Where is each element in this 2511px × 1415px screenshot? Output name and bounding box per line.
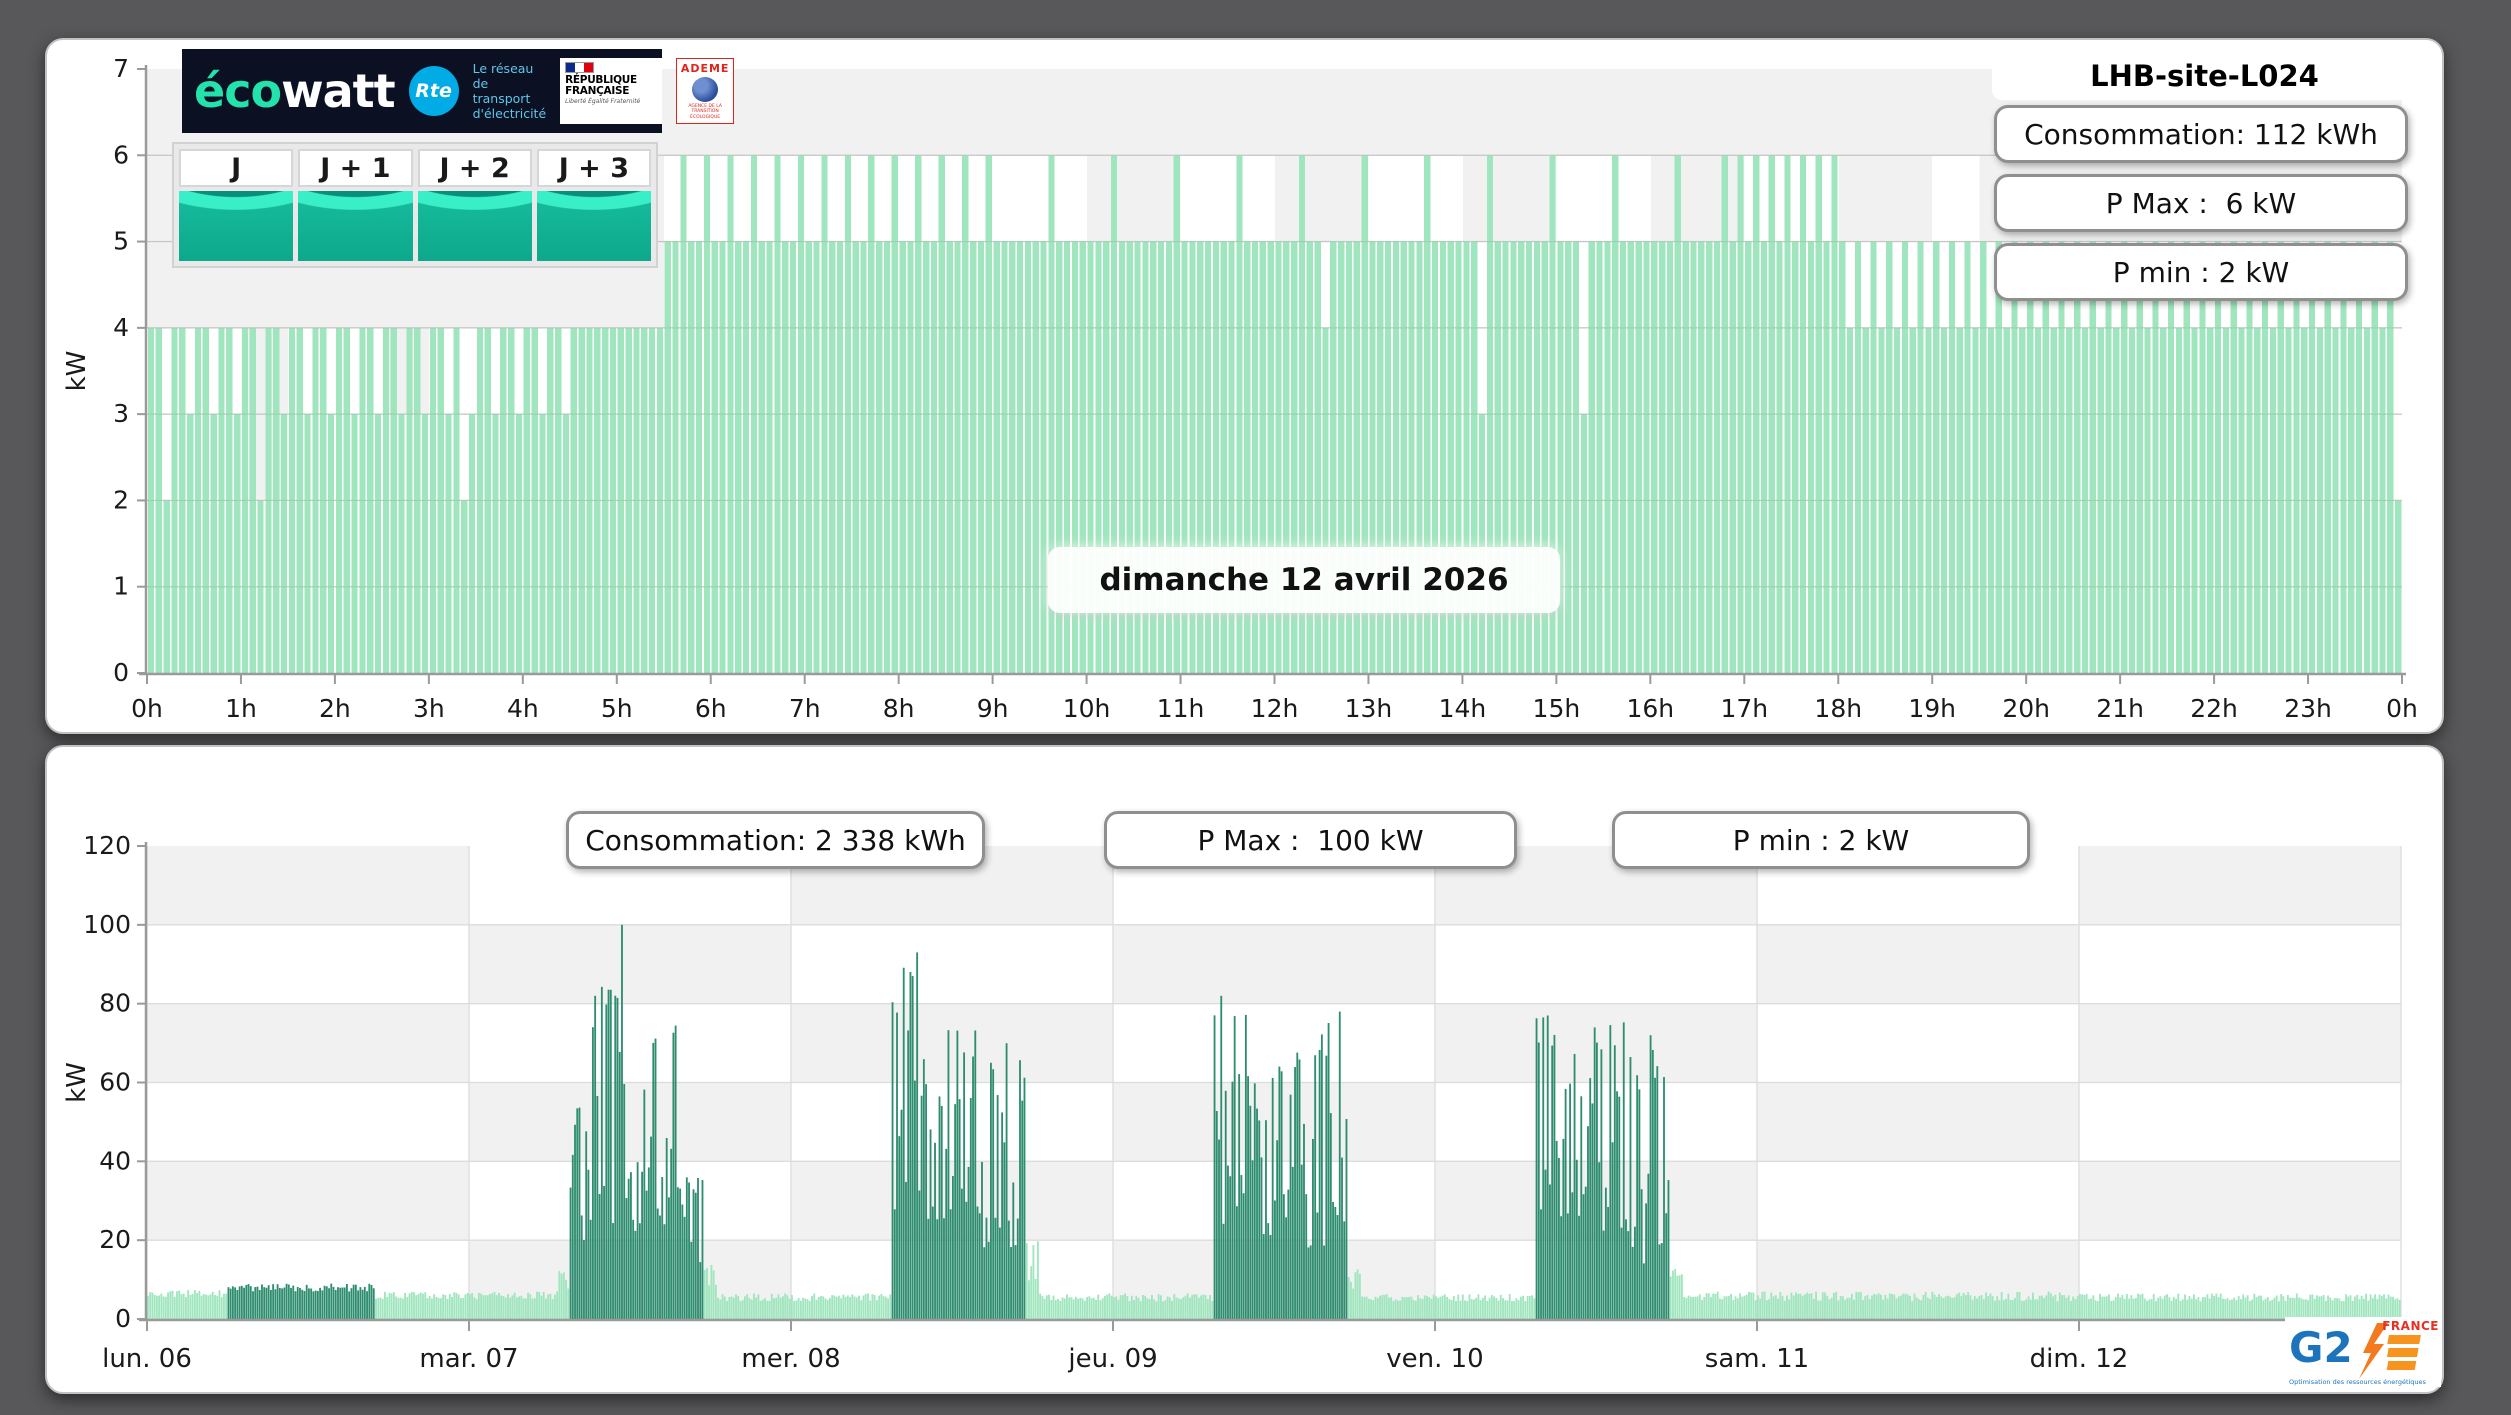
svg-text:20h: 20h bbox=[2002, 694, 2050, 723]
svg-text:6h: 6h bbox=[695, 694, 727, 723]
g2e-logo-text: G2 bbox=[2289, 1323, 2353, 1372]
svg-text:4: 4 bbox=[113, 313, 129, 342]
svg-text:15h: 15h bbox=[1533, 694, 1581, 723]
svg-text:0h: 0h bbox=[2386, 694, 2418, 723]
svg-text:mer. 08: mer. 08 bbox=[741, 1344, 840, 1374]
ecowatt-forecast-tile-j3-icon bbox=[536, 191, 651, 261]
ademe-subtitle: AGENCE DE LA TRANSITION ÉCOLOGIQUE bbox=[688, 103, 722, 120]
svg-text:16h: 16h bbox=[1627, 694, 1675, 723]
g2e-france-logo: G2 FRANCE Optimisation des ressources én… bbox=[2285, 1317, 2441, 1387]
button-day-j2[interactable]: J + 2 bbox=[417, 149, 532, 261]
svg-text:40: 40 bbox=[99, 1146, 131, 1175]
svg-text:sam. 11: sam. 11 bbox=[1705, 1344, 1809, 1374]
weekly-pmax-stat: P Max : 100 kW bbox=[1104, 811, 1517, 869]
date-label: dimanche 12 avril 2026 bbox=[1048, 547, 1560, 613]
ecowatt-logo-eco: éco bbox=[194, 64, 282, 118]
svg-text:11h: 11h bbox=[1157, 694, 1205, 723]
svg-text:13h: 13h bbox=[1345, 694, 1393, 723]
svg-text:1: 1 bbox=[113, 572, 129, 601]
daily-pmin-stat: P min : 2 kW bbox=[1994, 243, 2408, 301]
svg-text:80: 80 bbox=[99, 989, 131, 1018]
button-day-j1-label: J + 1 bbox=[298, 149, 413, 187]
svg-text:1h: 1h bbox=[225, 694, 257, 723]
svg-text:lun. 06: lun. 06 bbox=[102, 1344, 192, 1374]
svg-text:100: 100 bbox=[83, 910, 131, 939]
svg-text:mar. 07: mar. 07 bbox=[419, 1344, 518, 1374]
svg-text:17h: 17h bbox=[1720, 694, 1768, 723]
button-day-j[interactable]: J bbox=[179, 149, 294, 261]
svg-text:19h: 19h bbox=[1908, 694, 1956, 723]
weekly-pmin-stat: P min : 2 kW bbox=[1612, 811, 2030, 869]
svg-text:0: 0 bbox=[115, 1304, 131, 1333]
ecowatt-logo-banner: écowatt Rte Le réseau de transport d'éle… bbox=[182, 49, 735, 133]
g2e-tagline: Optimisation des ressources énergétiques bbox=[2289, 1378, 2426, 1386]
ecowatt-forecast-tile-j2-icon bbox=[417, 191, 532, 261]
daily-consumption-stat: Consommation: 112 kWh bbox=[1994, 105, 2408, 163]
french-flag-icon bbox=[565, 62, 595, 73]
svg-text:jeu. 09: jeu. 09 bbox=[1067, 1344, 1157, 1374]
button-day-j2-label: J + 2 bbox=[417, 149, 532, 187]
g2e-france-label: FRANCE bbox=[2382, 1319, 2439, 1333]
ecowatt-forecast-tile-j1-icon bbox=[298, 191, 413, 261]
svg-text:2h: 2h bbox=[319, 694, 351, 723]
republique-francaise-logo: RÉPUBLIQUE FRANÇAISE Liberté Égalité Frat… bbox=[560, 58, 663, 124]
svg-text:12h: 12h bbox=[1251, 694, 1299, 723]
svg-text:5h: 5h bbox=[601, 694, 633, 723]
svg-text:0: 0 bbox=[113, 658, 129, 687]
svg-text:5: 5 bbox=[113, 227, 129, 256]
button-day-j-label: J bbox=[179, 149, 294, 187]
svg-text:7h: 7h bbox=[789, 694, 821, 723]
rf-motto: Liberté Égalité Fraternité bbox=[565, 98, 641, 106]
svg-text:kW: kW bbox=[62, 351, 92, 392]
svg-text:ven. 10: ven. 10 bbox=[1386, 1344, 1483, 1374]
button-day-j1[interactable]: J + 1 bbox=[298, 149, 413, 261]
svg-text:23h: 23h bbox=[2284, 694, 2332, 723]
ecowatt-logo-watt: watt bbox=[281, 64, 396, 118]
svg-text:21h: 21h bbox=[2096, 694, 2144, 723]
ecowatt-forecast-tile-j-icon bbox=[179, 191, 294, 261]
dashboard: 0 1 2 3 4 5 6 7 0h 1h 2h 3h 4h 5h 6h 7h 8h 9h 10h 11h 12h 13h… bbox=[0, 0, 2511, 1415]
svg-text:dim. 12: dim. 12 bbox=[2030, 1344, 2129, 1374]
svg-text:kW: kW bbox=[62, 1062, 92, 1103]
svg-text:0h: 0h bbox=[131, 694, 163, 723]
svg-text:2: 2 bbox=[113, 485, 129, 514]
weekly-consumption-stat: Consommation: 2 338 kWh bbox=[566, 811, 985, 869]
svg-text:4h: 4h bbox=[507, 694, 539, 723]
svg-text:3h: 3h bbox=[413, 694, 445, 723]
forecast-day-buttons: J J + 1 J + 2 J + 3 bbox=[172, 142, 658, 268]
svg-text:3: 3 bbox=[113, 399, 129, 428]
daily-pmax-stat: P Max : 6 kW bbox=[1994, 174, 2408, 232]
rte-logo-icon: Rte bbox=[408, 66, 459, 116]
ademe-logo: ADEME AGENCE DE LA TRANSITION ÉCOLOGIQUE bbox=[676, 58, 735, 124]
daily-chart-card: 0 1 2 3 4 5 6 7 0h 1h 2h 3h 4h 5h 6h 7h 8h 9h 10h 11h 12h 13h… bbox=[45, 38, 2444, 734]
svg-text:7: 7 bbox=[113, 54, 129, 83]
svg-text:14h: 14h bbox=[1439, 694, 1487, 723]
svg-text:10h: 10h bbox=[1063, 694, 1111, 723]
weekly-chart-card: 0 20 40 60 80 100 120 lun. 06 mar. 07 mer. 08 jeu.… bbox=[45, 745, 2444, 1394]
svg-text:120: 120 bbox=[83, 831, 131, 860]
button-day-j3[interactable]: J + 3 bbox=[536, 149, 651, 261]
svg-text:9h: 9h bbox=[977, 694, 1009, 723]
ademe-name: ADEME bbox=[680, 62, 730, 75]
ademe-globe-icon bbox=[692, 77, 719, 102]
svg-text:22h: 22h bbox=[2190, 694, 2238, 723]
svg-text:20: 20 bbox=[99, 1225, 131, 1254]
rf-line2: FRANÇAISE bbox=[565, 85, 630, 98]
button-day-j3-label: J + 3 bbox=[536, 149, 651, 187]
rte-tagline: Le réseau de transport d'électricité bbox=[472, 61, 547, 121]
svg-text:8h: 8h bbox=[883, 694, 915, 723]
svg-text:18h: 18h bbox=[1814, 694, 1862, 723]
svg-text:60: 60 bbox=[99, 1068, 131, 1097]
svg-text:6: 6 bbox=[113, 140, 129, 169]
site-title: LHB-site-L024 bbox=[1992, 52, 2417, 100]
ecowatt-logo: écowatt bbox=[194, 68, 396, 114]
